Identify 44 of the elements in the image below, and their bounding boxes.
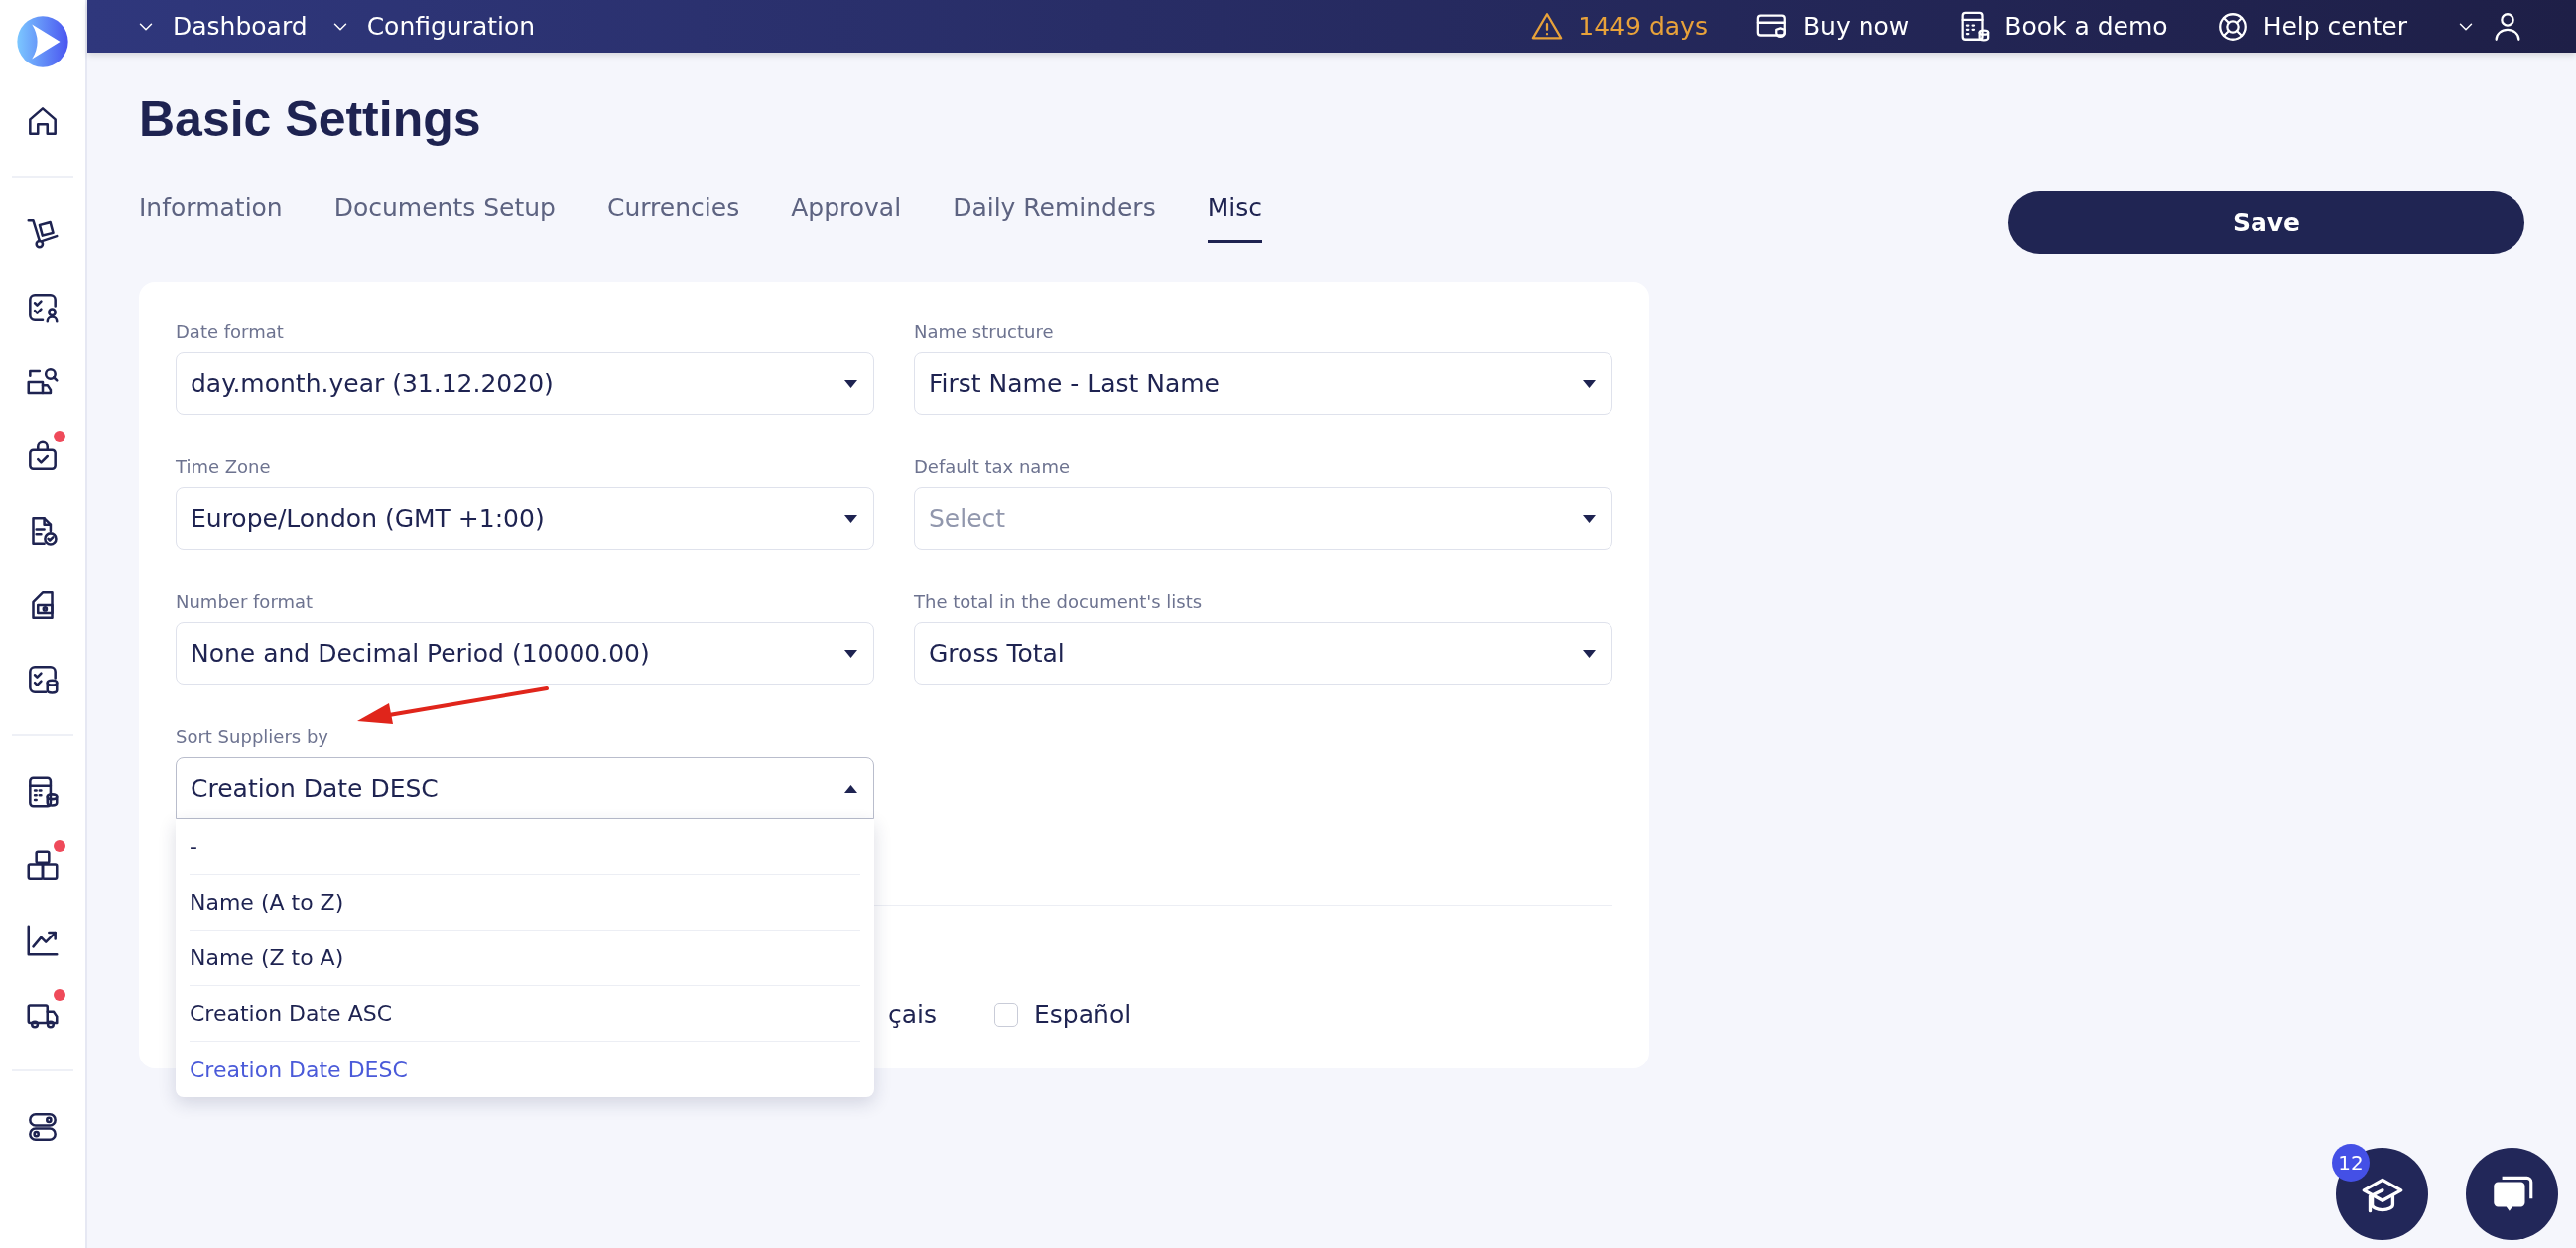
field-label: Date format (176, 321, 285, 342)
field-label: Sort Suppliers by (176, 726, 329, 747)
select-field[interactable]: None and Decimal Period (10000.00) (176, 622, 874, 685)
select-field[interactable]: Europe/London (GMT +1:00) (176, 487, 874, 550)
topbar-link[interactable]: Help center (2262, 12, 2407, 41)
field-label: The total in the document's lists (914, 591, 1204, 612)
checkbox-label: çais (888, 1000, 938, 1029)
caret-down-icon (1583, 649, 1596, 658)
caret-down-icon (844, 379, 857, 388)
caret-down-icon (844, 649, 857, 658)
topbar-link[interactable]: Book a demo (2004, 12, 2168, 41)
caret-down-icon (1583, 379, 1596, 388)
save-button[interactable]: Save (2008, 191, 2524, 254)
caret-down-icon (844, 514, 857, 523)
breadcrumb-link[interactable]: Configuration (366, 12, 536, 41)
dropdown-option[interactable]: Creation Date ASC (190, 986, 860, 1042)
checkbox[interactable] (994, 1002, 1019, 1027)
trial-days: 1449 days (1578, 12, 1708, 41)
checkbox-label[interactable]: Español (1034, 1000, 1132, 1029)
tab[interactable]: Approval (791, 186, 902, 243)
tab[interactable]: Daily Reminders (953, 186, 1156, 243)
dropdown-option[interactable]: Name (A to Z) (190, 875, 860, 931)
page-title: Basic Settings (139, 90, 482, 148)
breadcrumb-link[interactable]: Dashboard (173, 12, 308, 41)
tab[interactable]: Documents Setup (333, 186, 556, 243)
tab[interactable]: Information (139, 186, 283, 243)
select-field[interactable]: First Name - Last Name (914, 352, 1612, 415)
field-label: Number format (176, 591, 315, 612)
topbar-link[interactable]: Buy now (1802, 12, 1910, 41)
select-field[interactable]: Gross Total (914, 622, 1612, 685)
select-field[interactable]: day.month.year (31.12.2020) (176, 352, 874, 415)
caret-up-icon (844, 784, 857, 793)
tab[interactable]: Misc (1207, 186, 1262, 243)
dropdown-option[interactable]: Creation Date DESC (190, 1042, 860, 1097)
logo-icon[interactable] (16, 15, 69, 68)
field-label: Name structure (914, 321, 1055, 342)
field-label: Default tax name (914, 456, 1071, 477)
notification-badge: 12 (2332, 1144, 2370, 1182)
dropdown-option[interactable]: - (190, 819, 860, 875)
tab[interactable]: Currencies (607, 186, 740, 243)
dropdown-option[interactable]: Name (Z to A) (190, 931, 860, 986)
select-field[interactable]: Creation Date DESC (176, 757, 874, 819)
field-label: Time Zone (176, 456, 272, 477)
caret-down-icon (1583, 514, 1596, 523)
